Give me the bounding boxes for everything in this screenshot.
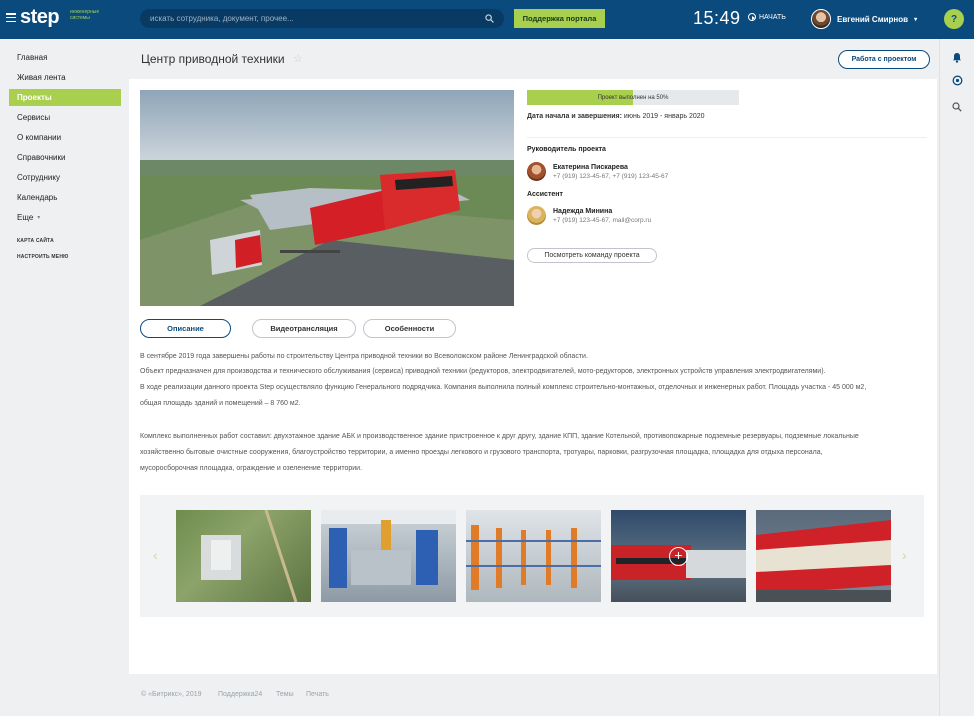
description-paragraph: В ходе реализации данного проекта Step о… [140,384,867,391]
sidebar-item-more[interactable]: Еще ▾ [9,209,121,226]
plus-icon[interactable]: + [669,547,688,566]
chat-icon[interactable] [949,72,965,88]
description-paragraph: мусоросборочная площадка, ограждение и о… [140,465,363,472]
user-name: Евгений Смирнов [837,14,909,24]
manager-contact: +7 (919) 123-45-67, +7 (919) 123-45-67 [553,172,669,180]
dates-label: Дата начала и завершения: [527,113,622,120]
project-photo[interactable] [140,90,514,306]
project-dates: Дата начала и завершения: июнь 2019 - ян… [527,113,705,120]
footer-print-link[interactable]: Печать [306,691,329,698]
description-paragraph: хозяйственно бытовые очистные сооружения… [140,449,823,456]
sidebar-item-employee[interactable]: Сотруднику [9,169,121,186]
sidebar-item-label: Еще [17,213,34,222]
view-team-button[interactable]: Посмотреть команду проекта [527,248,657,263]
sidebar-item-about[interactable]: О компании [9,129,121,146]
sitemap-link[interactable]: КАРТА САЙТА [17,238,54,244]
sidebar: Главная Живая лента Проекты Сервисы О ко… [0,39,130,716]
manager-person[interactable]: Екатерина Пискарева +7 (919) 123-45-67, … [527,162,668,181]
avatar [527,162,546,181]
sidebar-item-projects[interactable]: Проекты [9,89,121,106]
gallery-image[interactable] [756,510,891,602]
tab-features[interactable]: Особенности [363,319,456,338]
play-icon [748,13,756,21]
footer-copyright: © «Битрикс», 2019 [141,691,202,698]
avatar [811,9,831,29]
chevron-left-icon[interactable]: ‹ [153,547,158,563]
chevron-down-icon: ▾ [37,215,41,221]
assistant-person[interactable]: Надежда Минина +7 (919) 123-45-67, mail@… [527,206,651,225]
top-bar: step инженерные системы Поддержка портал… [0,0,974,39]
project-card: Проект выполнен на 50% Дата начала и зав… [129,79,937,674]
search-icon[interactable] [949,99,965,115]
progress-label: Проект выполнен на 50% [597,94,669,101]
description-paragraph: общая площадь зданий и помещений – 8 760… [140,400,301,407]
gallery-image[interactable] [321,510,456,602]
divider [527,137,927,138]
sidebar-item-feed[interactable]: Живая лента [9,69,121,86]
search-bar [140,9,504,28]
dates-value: июнь 2019 - январь 2020 [623,113,705,120]
right-rail [939,39,974,716]
description-paragraph: Комплекс выполненных работ составил: дву… [140,433,859,440]
page-title: Центр приводной техники [141,52,285,66]
help-button[interactable]: ? [944,9,964,29]
assistant-name[interactable]: Надежда Минина [553,208,651,215]
gallery-image[interactable]: + [611,510,746,602]
chevron-down-icon: ▾ [914,16,918,23]
footer-themes-link[interactable]: Темы [276,691,294,698]
portal-support-button[interactable]: Поддержка портала [514,9,605,28]
gallery-image[interactable] [176,510,311,602]
logo-tagline: инженерные системы [70,9,100,21]
photo-gallery: ‹ + › [140,495,924,617]
bell-icon[interactable] [949,49,965,65]
sidebar-item-directories[interactable]: Справочники [9,149,121,166]
project-progress-bar: Проект выполнен на 50% [527,90,739,105]
manager-label: Руководитель проекта [527,146,606,153]
description-paragraph: Объект предназначен для производства и т… [140,368,826,375]
user-menu[interactable]: Евгений Смирнов ▾ [811,9,917,29]
menu-icon[interactable] [6,13,16,22]
chevron-right-icon[interactable]: › [902,547,907,563]
work-with-project-button[interactable]: Работа с проектом [838,50,930,69]
start-label: НАЧАТЬ [759,13,786,21]
configure-menu-link[interactable]: НАСТРОИТЬ МЕНЮ [17,254,69,260]
star-icon[interactable]: ☆ [293,52,303,65]
assistant-contact: +7 (919) 123-45-67, mail@corp.ru [553,216,652,224]
tab-description[interactable]: Описание [140,319,231,338]
description-paragraph: В сентябре 2019 года завершены работы по… [140,353,588,360]
sidebar-item-home[interactable]: Главная [9,49,121,66]
assistant-label: Ассистент [527,191,563,198]
sidebar-item-calendar[interactable]: Календарь [9,189,121,206]
gallery-image[interactable] [466,510,601,602]
footer-support-link[interactable]: Поддержка24 [218,691,262,698]
search-icon[interactable] [485,14,494,23]
avatar [527,206,546,225]
manager-name[interactable]: Екатерина Пискарева [553,164,668,171]
start-button[interactable]: НАЧАТЬ [748,13,786,21]
logo[interactable]: step [20,6,60,29]
search-input[interactable] [150,14,485,23]
sidebar-item-services[interactable]: Сервисы [9,109,121,126]
clock: 15:49 [693,8,741,28]
tab-video[interactable]: Видеотрансляция [252,319,356,338]
